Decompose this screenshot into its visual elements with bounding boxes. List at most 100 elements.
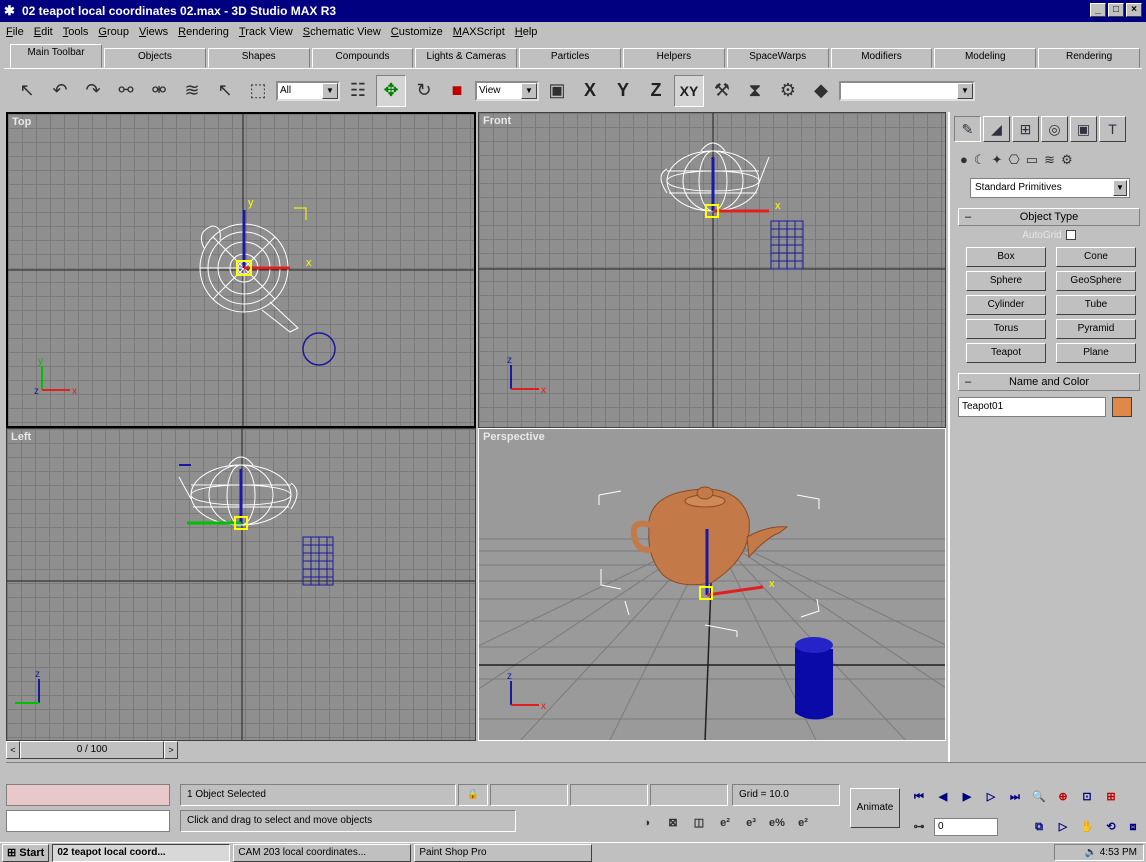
plane-button[interactable]: Plane: [1056, 343, 1136, 363]
select-by-name-icon[interactable]: ☷: [343, 75, 373, 107]
maxscript-listener-input[interactable]: [6, 810, 170, 832]
named-selection-dropdown[interactable]: ▼: [839, 80, 975, 101]
motion-tab-icon[interactable]: ◎: [1041, 116, 1068, 142]
track-bar[interactable]: [6, 762, 1146, 780]
tab-modifiers[interactable]: Modifiers: [830, 48, 933, 68]
object-color-swatch[interactable]: [1112, 397, 1132, 417]
previous-frame-icon[interactable]: ◀: [934, 788, 952, 806]
systems-icon[interactable]: ⚙: [1061, 152, 1073, 168]
animate-button[interactable]: Animate: [850, 788, 900, 828]
tab-lights-cameras[interactable]: Lights & Cameras: [415, 48, 518, 68]
min-max-toggle-icon[interactable]: ⧈: [1124, 818, 1142, 836]
menu-schematic-view[interactable]: Schematic View: [303, 26, 381, 38]
redo-icon[interactable]: ↷: [78, 75, 108, 107]
viewport-top[interactable]: y x y x z Top: [6, 112, 476, 428]
zoom-icon[interactable]: 🔍: [1030, 788, 1048, 806]
percent-snap-icon[interactable]: ◫: [690, 814, 708, 832]
zoom-extents-icon[interactable]: ⊡: [1078, 788, 1096, 806]
task-paint-shop-pro[interactable]: Paint Shop Pro: [414, 843, 593, 862]
viewport-perspective[interactable]: x z x Perspective: [478, 428, 946, 741]
cylinder-button[interactable]: Cylinder: [966, 295, 1046, 315]
menu-track-view[interactable]: Track View: [239, 26, 293, 38]
helpers-icon[interactable]: ▭: [1026, 152, 1038, 168]
move-icon[interactable]: ✥: [376, 74, 406, 107]
tube-button[interactable]: Tube: [1056, 295, 1136, 315]
lock-selection-icon[interactable]: 🔒: [458, 784, 488, 806]
menu-tools[interactable]: Tools: [63, 26, 89, 38]
key-mode-icon[interactable]: ⊶: [910, 818, 928, 836]
material-editor-icon[interactable]: ◆: [806, 75, 836, 107]
maxscript-listener-output[interactable]: [6, 784, 170, 806]
viewport-left[interactable]: z Left: [6, 428, 476, 741]
inverse-kinematics-icon[interactable]: ⚒: [707, 75, 737, 107]
next-frame-icon[interactable]: ▷: [982, 788, 1000, 806]
time-slider[interactable]: < 0 / 100 >: [6, 741, 946, 759]
pan-icon[interactable]: ✋: [1078, 818, 1096, 836]
torus-button[interactable]: Torus: [966, 319, 1046, 339]
unlink-icon[interactable]: ⚮: [144, 75, 174, 107]
geosphere-button[interactable]: GeoSphere: [1056, 271, 1136, 291]
units-icon[interactable]: e²: [794, 814, 812, 832]
select-icon[interactable]: ↖: [210, 75, 240, 107]
menu-rendering[interactable]: Rendering: [178, 26, 229, 38]
link-icon[interactable]: ⚯: [111, 75, 141, 107]
axis-x-button[interactable]: X: [575, 75, 605, 107]
maximize-button[interactable]: □: [1108, 3, 1124, 17]
coord-x-field[interactable]: [490, 784, 568, 806]
cameras-icon[interactable]: ⎔: [1008, 152, 1019, 168]
mirror-icon[interactable]: ⧗: [740, 75, 770, 107]
sphere-button[interactable]: Sphere: [966, 271, 1046, 291]
play-icon[interactable]: ▶: [958, 788, 976, 806]
array-icon[interactable]: ⚙: [773, 75, 803, 107]
geometry-icon[interactable]: ●: [960, 152, 968, 168]
viewport-label-front[interactable]: Front: [483, 115, 511, 127]
axis-y-button[interactable]: Y: [608, 75, 638, 107]
pyramid-button[interactable]: Pyramid: [1056, 319, 1136, 339]
shapes-icon[interactable]: ☾: [974, 152, 986, 168]
go-to-start-icon[interactable]: ⏮: [910, 788, 928, 806]
menu-help[interactable]: Help: [515, 26, 538, 38]
start-button[interactable]: ⊞ Start: [2, 843, 50, 862]
close-button[interactable]: ×: [1126, 3, 1142, 17]
help-pointer-icon[interactable]: ↖: [12, 75, 42, 107]
rotate-icon[interactable]: ↻: [409, 75, 439, 107]
tab-helpers[interactable]: Helpers: [622, 48, 725, 68]
autogrid-checkbox[interactable]: AutoGrid: [958, 230, 1140, 241]
time-slider-thumb[interactable]: 0 / 100: [20, 741, 164, 759]
tab-rendering[interactable]: Rendering: [1038, 48, 1140, 68]
display-tab-icon[interactable]: ▣: [1070, 116, 1097, 142]
task-word-document[interactable]: CAM 203 local coordinates...: [233, 843, 412, 862]
pivot-center-icon[interactable]: ▣: [542, 75, 572, 107]
coord-z-field[interactable]: [650, 784, 728, 806]
scale-icon[interactable]: ■: [442, 75, 472, 107]
modify-tab-icon[interactable]: ◢: [983, 116, 1010, 142]
minimize-button[interactable]: _: [1090, 3, 1106, 17]
region-select-icon[interactable]: ⬚: [243, 75, 273, 107]
window-crossing-icon[interactable]: e³: [742, 814, 760, 832]
selection-filter-dropdown[interactable]: All ▼: [276, 80, 340, 101]
task-3dsmax[interactable]: 02 teapot local coord...: [52, 843, 231, 862]
volume-icon[interactable]: 🔈: [1085, 847, 1097, 858]
zoom-all-icon[interactable]: ⊕: [1054, 788, 1072, 806]
tab-spacewarps[interactable]: SpaceWarps: [726, 48, 829, 68]
snap-icon[interactable]: ◑: [638, 814, 656, 832]
menu-views[interactable]: Views: [139, 26, 168, 38]
field-of-view-icon[interactable]: ▷: [1054, 818, 1072, 836]
lights-icon[interactable]: ✦: [992, 152, 1003, 168]
primitive-category-dropdown[interactable]: Standard Primitives ▼: [970, 178, 1130, 198]
axis-xy-button[interactable]: XY: [674, 74, 704, 107]
space-warps-icon[interactable]: ≋: [1044, 152, 1055, 168]
spinner-snap-icon[interactable]: e²: [716, 814, 734, 832]
zoom-extents-all-icon[interactable]: ⊞: [1102, 788, 1120, 806]
name-color-header[interactable]: – Name and Color: [958, 373, 1140, 391]
time-slider-prev-arrow[interactable]: <: [6, 741, 20, 759]
viewport-label-perspective[interactable]: Perspective: [483, 431, 545, 443]
arc-rotate-icon[interactable]: ⟲: [1102, 818, 1120, 836]
teapot-button[interactable]: Teapot: [966, 343, 1046, 363]
menu-customize[interactable]: Customize: [391, 26, 443, 38]
box-button[interactable]: Box: [966, 247, 1046, 267]
viewport-label-left[interactable]: Left: [11, 431, 31, 443]
coord-y-field[interactable]: [570, 784, 648, 806]
axis-z-button[interactable]: Z: [641, 75, 671, 107]
menu-edit[interactable]: Edit: [34, 26, 53, 38]
